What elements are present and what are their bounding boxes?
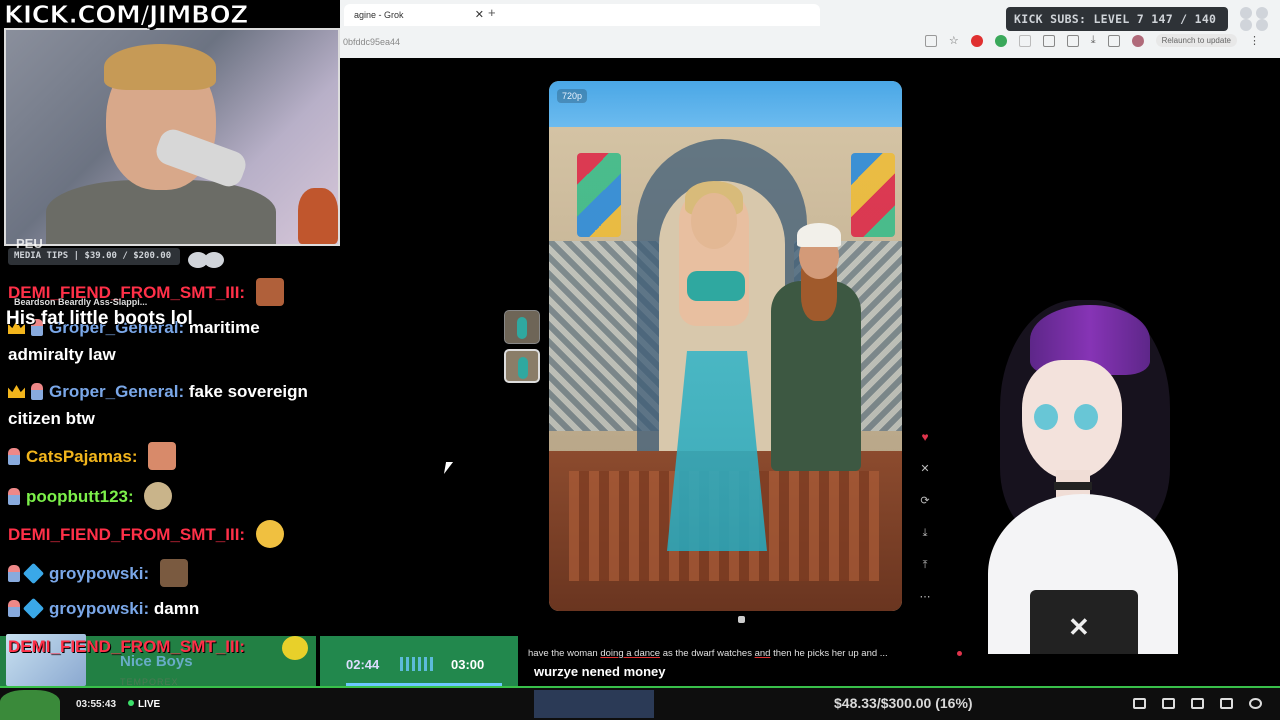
thumbnail-selected[interactable] <box>504 349 540 383</box>
frog-emote-icon <box>0 690 60 720</box>
download-icon[interactable]: ⤓ <box>1091 34 1096 47</box>
new-tab-button[interactable]: + <box>488 5 496 20</box>
chat-message: citizen btw <box>8 405 95 432</box>
badge-icon <box>31 383 43 400</box>
chat-username[interactable]: Groper_General: <box>49 382 184 401</box>
chat-username[interactable]: DEMI_FIEND_FROM_SMT_III: <box>8 525 245 544</box>
chat-username-overlay: DEMI_FIEND_FROM_SMT_III: <box>8 637 246 656</box>
goal-progress-fill <box>534 690 654 718</box>
menu-icon[interactable]: ⋮ <box>1249 34 1260 47</box>
emote-icon <box>255 278 284 306</box>
stream-uptime: 03:55:43 <box>76 699 117 710</box>
mouse-cursor-icon <box>443 462 454 474</box>
chat-message: CatsPajamas: <box>8 442 177 470</box>
subs-goal: KICK SUBS: LEVEL 7 147 / 140 <box>1006 7 1228 31</box>
badge-icon <box>8 600 20 617</box>
webcam <box>4 28 340 246</box>
chat-username[interactable]: poopbutt123: <box>26 487 134 506</box>
emote-icon <box>159 559 188 587</box>
theater-mode-icon[interactable] <box>1133 698 1146 709</box>
chat-text: fake sovereign <box>188 382 308 401</box>
chat-message: poopbutt123: <box>8 482 173 510</box>
chat-message: groypowski: damn <box>8 595 199 622</box>
emote-icon <box>144 482 173 510</box>
emote-icon <box>282 636 308 660</box>
gem-badge-icon <box>22 597 45 620</box>
install-icon[interactable] <box>924 34 937 47</box>
puzzle-icon[interactable] <box>1042 34 1055 47</box>
chat-username[interactable]: CatsPajamas: <box>26 447 138 466</box>
media-icon[interactable] <box>1107 34 1120 47</box>
chat-text: admiralty law <box>8 345 116 364</box>
badge-icon <box>8 565 20 582</box>
tts-message: wurzye nened money <box>534 664 666 679</box>
browser-tab[interactable]: agine - Grok ✕ <box>344 4 820 26</box>
badge-icon <box>8 448 20 465</box>
chat-message: admiralty law <box>8 341 116 368</box>
chat-message: Groper_General: fake sovereign <box>8 378 308 405</box>
channel-brand: KICK.COM/JIMBOZ <box>4 0 249 30</box>
chat-text: maritime <box>188 318 260 337</box>
badge-icon <box>8 488 20 505</box>
gem-badge-icon <box>22 562 45 585</box>
chat-text: citizen btw <box>8 409 95 428</box>
chat-username[interactable]: groypowski: <box>49 599 149 618</box>
playback-total-time: 03:00 <box>451 657 485 672</box>
star-icon[interactable]: ☆ <box>949 34 959 47</box>
regenerate-icon[interactable]: ⟳ <box>914 490 936 512</box>
media-tips-goal: MEDIA TIPS | $39.00 / $200.00 <box>8 248 180 265</box>
address-text: 0bfddc95ea44 <box>343 37 401 47</box>
chat-message: groypowski: <box>8 559 188 587</box>
address-bar[interactable]: 0bfddc95ea44 ☆ ⤓ Relaunch to update ⋮ <box>340 30 1280 54</box>
mascot-image <box>298 188 338 244</box>
tab-close-icon[interactable]: ✕ <box>475 8 484 21</box>
chat-text: damn <box>153 599 200 618</box>
extension-icon[interactable] <box>970 34 983 47</box>
profile-avatar[interactable] <box>1131 34 1144 47</box>
playback-current-time: 02:44 <box>346 657 380 672</box>
generated-image: 720p <box>549 81 902 611</box>
settings-icon[interactable] <box>1249 698 1262 709</box>
x-share-icon[interactable]: ✕ <box>914 458 936 480</box>
fullscreen-icon[interactable] <box>1220 698 1233 709</box>
pip-icon[interactable] <box>1191 698 1204 709</box>
recording-dot-icon <box>957 651 962 656</box>
relaunch-button[interactable]: Relaunch to update <box>1155 34 1237 47</box>
donation-goal: $48.33/$300.00 (16%) <box>834 695 973 711</box>
page-indicator[interactable] <box>738 616 745 623</box>
live-indicator[interactable]: LIVE <box>128 699 160 710</box>
kick-logo-icon <box>1240 7 1268 31</box>
download-icon[interactable]: ⤓ <box>914 522 936 544</box>
thumbnail[interactable] <box>504 310 540 344</box>
chat-username[interactable]: groypowski: <box>49 564 149 583</box>
sidebar-icon[interactable] <box>1066 34 1079 47</box>
more-icon[interactable]: ⋯ <box>914 586 936 608</box>
emote-icon <box>148 442 177 470</box>
extension-icon[interactable] <box>994 34 1007 47</box>
crown-badge-icon <box>8 385 25 398</box>
clip-icon[interactable] <box>1162 698 1175 709</box>
equalizer-icon <box>400 657 436 671</box>
alert-text: His fat little boots lol <box>6 308 193 329</box>
chat-message: DEMI_FIEND_FROM_SMT_III: <box>8 520 284 548</box>
extension-icon[interactable] <box>1018 34 1031 47</box>
prompt-text: have the woman doing a dance as the dwar… <box>528 648 888 659</box>
alert-subtext: Beardson Beardly Ass-Slappi... <box>14 297 148 307</box>
emote-icon <box>255 520 284 548</box>
tips-logo-icon <box>188 252 224 268</box>
share-icon[interactable]: ⤒ <box>914 554 936 576</box>
resolution-badge: 720p <box>557 89 588 103</box>
like-icon[interactable]: ♥ <box>914 426 936 448</box>
tab-title: agine - Grok <box>354 10 404 20</box>
